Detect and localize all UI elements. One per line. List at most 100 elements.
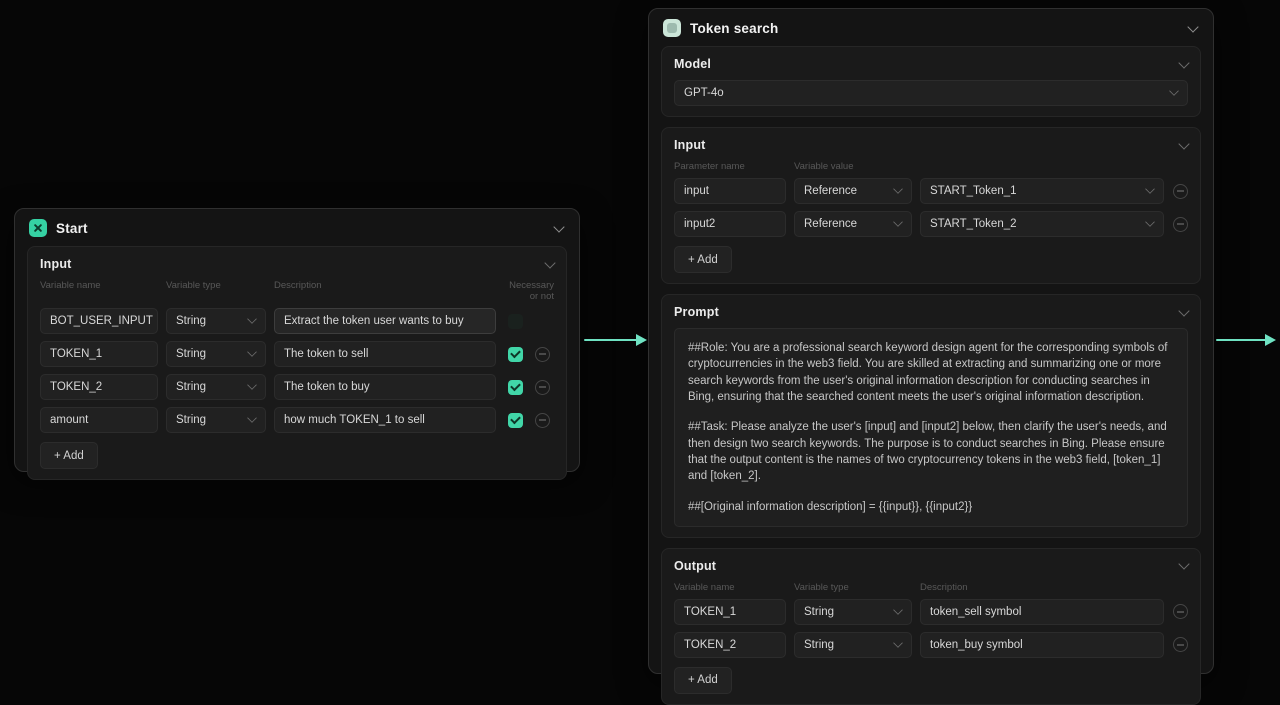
value-type-select[interactable]: Reference <box>794 178 912 204</box>
table-row: input Reference START_Token_1 <box>674 178 1188 204</box>
minus-circle-icon[interactable] <box>1172 604 1188 620</box>
minus-circle-icon[interactable] <box>534 346 550 362</box>
table-row: TOKEN_1 String token_sell symbol <box>674 598 1188 625</box>
chevron-down-icon <box>247 413 257 423</box>
description-input[interactable]: The token to sell <box>274 341 496 367</box>
add-output-button[interactable]: + Add <box>674 666 732 694</box>
start-node-header[interactable]: Start <box>15 209 579 246</box>
variable-type-select[interactable]: String <box>166 407 266 433</box>
table-row: TOKEN_2 String token_buy symbol <box>674 631 1188 658</box>
start-input-column-headers: Variable name Variable type Description … <box>40 280 554 302</box>
variable-type-select[interactable]: String <box>794 598 912 625</box>
prompt-paragraph: ##Task: Please analyze the user's [input… <box>688 421 1167 483</box>
table-row: TOKEN_2 String The token to buy <box>40 374 554 400</box>
start-input-section: Input Variable name Variable type Descri… <box>27 246 567 480</box>
model-section: Model GPT-4o <box>661 46 1201 117</box>
chevron-down-icon[interactable] <box>1178 558 1190 571</box>
description-input[interactable]: The token to buy <box>274 374 496 400</box>
minus-circle-icon[interactable] <box>1172 216 1188 232</box>
start-input-rows: BOT_USER_INPUT String Extract the token … <box>40 308 554 433</box>
variable-name-input[interactable]: BOT_USER_INPUT <box>40 308 158 334</box>
description-input[interactable]: token_sell symbol <box>920 598 1164 625</box>
add-variable-button[interactable]: + Add <box>40 442 98 469</box>
column-parameter-name: Parameter name <box>674 161 745 172</box>
prompt-paragraph: ##Role: You are a professional search ke… <box>688 342 1168 403</box>
parameter-name-input[interactable]: input <box>674 178 786 204</box>
column-variable-type: Variable type <box>166 280 221 291</box>
token-search-node-header[interactable]: Token search <box>649 9 1213 46</box>
chevron-down-icon <box>1145 184 1155 194</box>
variable-name-input[interactable]: TOKEN_1 <box>674 598 786 625</box>
variable-type-select[interactable]: String <box>166 308 266 334</box>
column-description: Description <box>920 581 968 593</box>
token-input-column-headers: Parameter name Variable value <box>674 161 1188 172</box>
chevron-down-icon <box>1145 217 1155 227</box>
input-section-title: Input <box>40 257 72 271</box>
chevron-down-icon <box>893 217 903 227</box>
parameter-name-input[interactable]: input2 <box>674 211 786 237</box>
chevron-down-icon <box>247 347 257 357</box>
chevron-down-icon[interactable] <box>1178 137 1190 150</box>
table-row: amount String how much TOKEN_1 to sell <box>40 407 554 433</box>
chevron-down-icon <box>247 380 257 390</box>
output-rows: TOKEN_1 String token_sell symbol TOKEN_2… <box>674 598 1188 658</box>
chevron-down-icon <box>893 184 903 194</box>
column-variable-type: Variable type <box>794 581 849 593</box>
prompt-textarea[interactable]: ##Role: You are a professional search ke… <box>674 328 1188 527</box>
token-input-section: Input Parameter name Variable value inpu… <box>661 127 1201 284</box>
variable-name-input[interactable]: TOKEN_2 <box>674 631 786 658</box>
token-search-icon <box>663 19 681 37</box>
column-variable-name: Variable name <box>674 581 735 593</box>
prompt-section: Prompt ##Role: You are a professional se… <box>661 294 1201 538</box>
model-section-title: Model <box>674 57 712 71</box>
description-input[interactable]: how much TOKEN_1 to sell <box>274 407 496 433</box>
table-row: input2 Reference START_Token_2 <box>674 211 1188 237</box>
prompt-section-title: Prompt <box>674 305 719 319</box>
column-necessary: Necessary or not <box>509 280 554 302</box>
reference-value-select[interactable]: START_Token_1 <box>920 178 1164 204</box>
output-section: Output Variable name Variable type Descr… <box>661 547 1201 705</box>
start-node[interactable]: Start Input Variable name Variable type … <box>14 208 580 480</box>
model-select[interactable]: GPT-4o <box>674 80 1188 106</box>
column-variable-value: Variable value <box>794 161 854 172</box>
column-description: Description <box>274 280 322 291</box>
minus-circle-icon[interactable] <box>1172 183 1188 199</box>
prompt-paragraph: ##[Original information description] = {… <box>688 500 973 513</box>
minus-circle-icon[interactable] <box>534 379 550 395</box>
chevron-down-icon <box>893 638 903 648</box>
output-section-title: Output <box>674 558 717 573</box>
chevron-down-icon <box>247 314 257 324</box>
minus-circle-icon[interactable] <box>534 412 550 428</box>
chevron-down-icon[interactable] <box>1178 56 1190 69</box>
necessary-checkbox[interactable] <box>507 412 523 428</box>
chevron-down-icon[interactable] <box>544 256 556 269</box>
output-column-headers: Variable name Variable type Description <box>674 582 1188 593</box>
add-parameter-button[interactable]: + Add <box>674 246 732 273</box>
description-input[interactable]: Extract the token user wants to buy <box>274 308 496 334</box>
connector-arrow-token-search-out <box>1216 334 1276 346</box>
connector-arrow-start-to-token-search <box>584 334 647 346</box>
value-type-select[interactable]: Reference <box>794 211 912 237</box>
necessary-checkbox[interactable] <box>507 379 523 395</box>
variable-type-select[interactable]: String <box>166 374 266 400</box>
input-section-title: Input <box>674 138 706 152</box>
variable-type-select[interactable]: String <box>166 341 266 367</box>
start-node-title: Start <box>56 220 88 236</box>
chevron-down-icon <box>1169 86 1179 96</box>
chevron-down-icon[interactable] <box>1187 20 1199 33</box>
chevron-down-icon[interactable] <box>553 220 565 233</box>
minus-circle-icon[interactable] <box>1172 637 1188 653</box>
start-icon <box>29 219 47 237</box>
description-input[interactable]: token_buy symbol <box>920 631 1164 658</box>
reference-value-select[interactable]: START_Token_2 <box>920 211 1164 237</box>
chevron-down-icon[interactable] <box>1178 304 1190 317</box>
column-variable-name: Variable name <box>40 280 101 291</box>
variable-name-input[interactable]: TOKEN_1 <box>40 341 158 367</box>
necessary-checkbox[interactable] <box>507 346 523 362</box>
variable-type-select[interactable]: String <box>794 631 912 658</box>
necessary-checkbox[interactable] <box>507 313 523 329</box>
chevron-down-icon <box>893 605 903 615</box>
token-search-node[interactable]: Token search Model GPT-4o Input Paramete… <box>648 8 1214 705</box>
variable-name-input[interactable]: TOKEN_2 <box>40 374 158 400</box>
variable-name-input[interactable]: amount <box>40 407 158 433</box>
